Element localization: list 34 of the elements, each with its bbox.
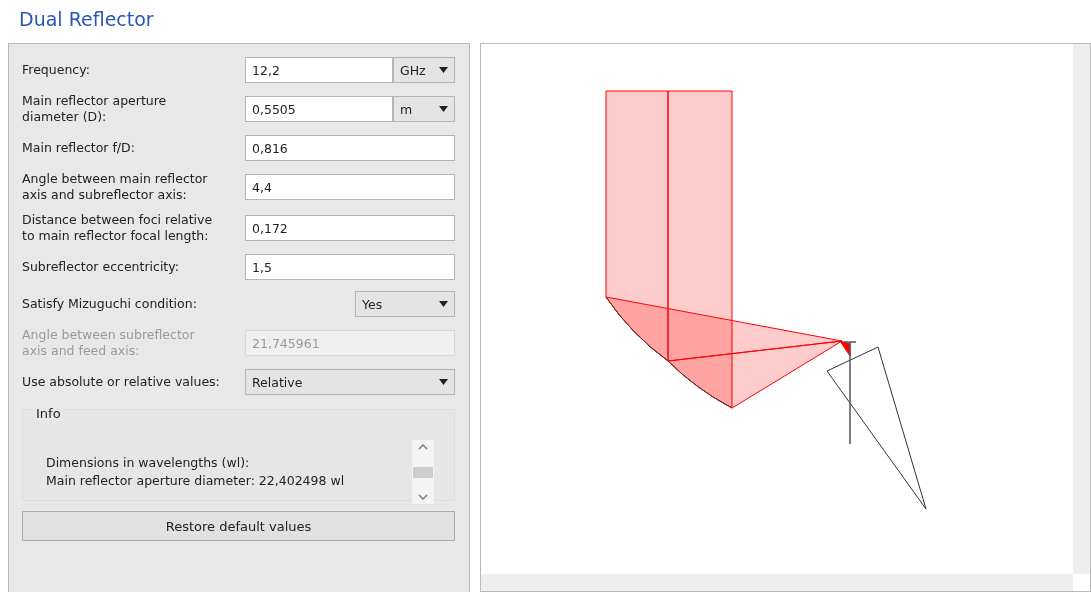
field-label: Use absolute or relative values: (22, 374, 221, 390)
chevron-down-icon (418, 494, 428, 500)
info-line: Main reflector aperture diameter: 22,402498 wl (46, 472, 346, 490)
caret-icon (439, 67, 448, 73)
field-label: Main reflector aperture diameter (D): (22, 93, 168, 125)
field-label: Angle between subreflector axis and feed axis: (22, 327, 196, 359)
input-field[interactable]: 12,2 (245, 57, 393, 83)
scroll-thumb[interactable] (413, 466, 433, 478)
field-label: Distance between foci relative to main reflector focal length: (22, 212, 214, 244)
input-field[interactable]: 1,5 (245, 254, 455, 280)
field-label: Frequency: (22, 62, 91, 78)
caret-icon (439, 379, 448, 385)
input-field[interactable]: 0,172 (245, 215, 455, 241)
field-label: Main reflector f/D: (22, 140, 136, 156)
caret-icon (439, 301, 448, 307)
unit-dropdown[interactable]: m (393, 96, 455, 122)
caret-icon (439, 106, 448, 112)
input-field[interactable]: 0,816 (245, 135, 455, 161)
page-title: Dual Reflector (19, 8, 154, 32)
input-field[interactable]: 4,4 (245, 174, 455, 200)
field-label: Angle between main reflector axis and subreflector axis: (22, 171, 209, 203)
unit-dropdown[interactable]: GHz (393, 57, 455, 83)
field-label: Subreflector eccentricity: (22, 259, 180, 275)
info-line: Dimensions in wavelengths (wl): (46, 454, 251, 472)
restore-button[interactable]: Restore default values (22, 511, 455, 541)
info-title: Info (34, 406, 63, 421)
dropdown[interactable]: Relative (245, 369, 455, 395)
chevron-up-icon (418, 444, 428, 450)
dropdown[interactable]: Yes (355, 291, 455, 317)
horizontal-scrollbar[interactable] (481, 574, 1073, 591)
field-label: Satisfy Mizuguchi condition: (22, 296, 198, 312)
scrollbar[interactable] (412, 440, 434, 504)
vertical-scrollbar[interactable] (1073, 44, 1090, 574)
input-field[interactable]: 0,5505 (245, 96, 393, 122)
